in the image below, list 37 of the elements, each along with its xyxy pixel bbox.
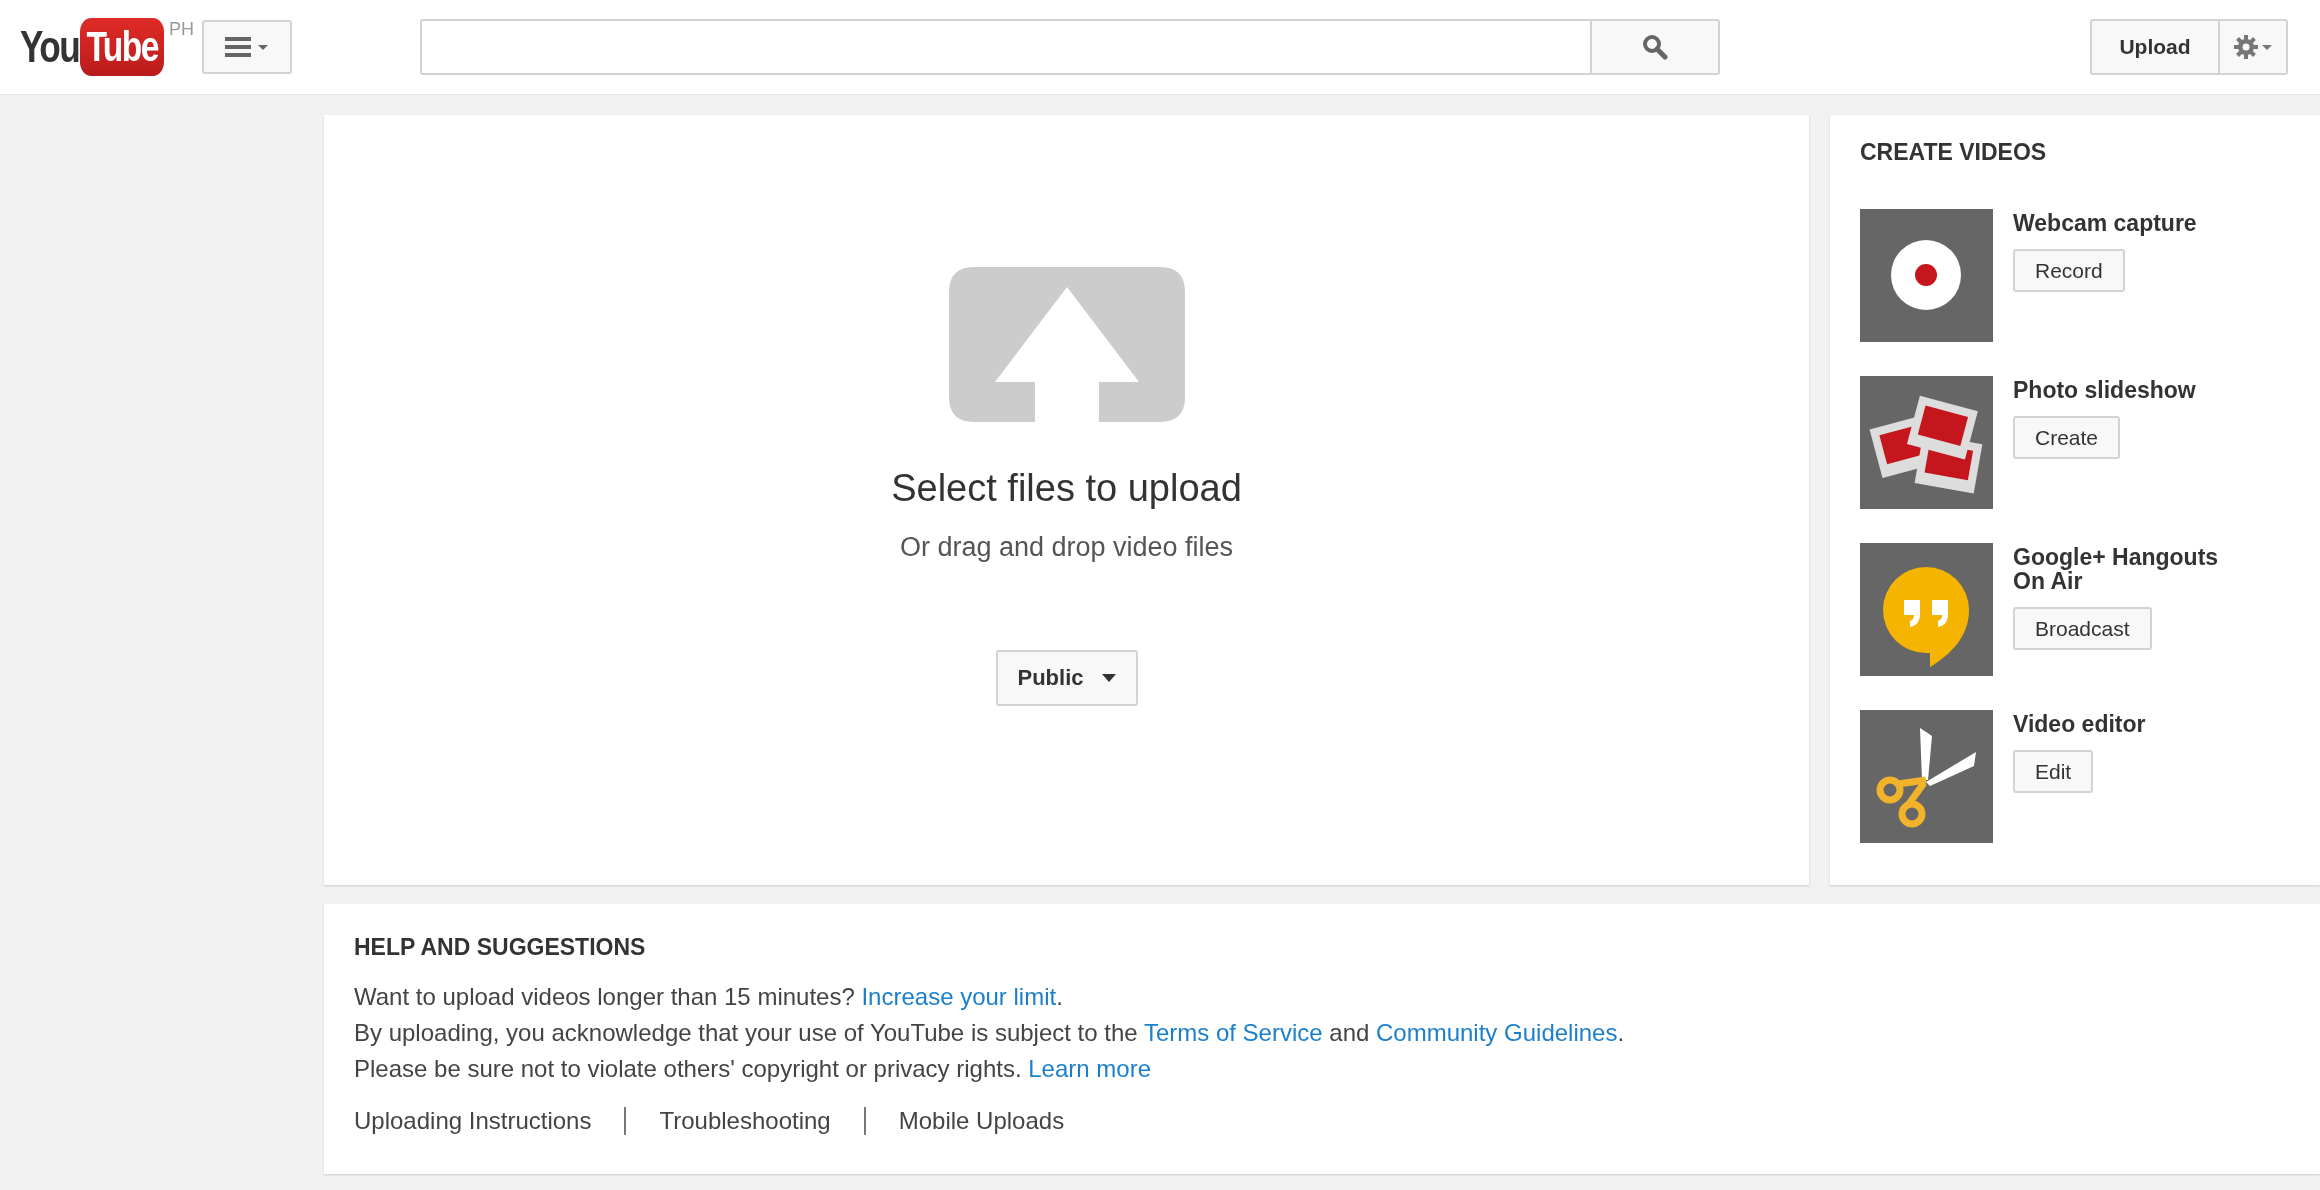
tool-button[interactable]: Broadcast	[2013, 606, 2152, 651]
tool-button[interactable]: Create	[2013, 415, 2121, 460]
search-field[interactable]	[420, 19, 1591, 75]
tool-title: Video editor	[2013, 711, 2146, 736]
record-icon	[1860, 208, 1993, 342]
help-link[interactable]: Increase your limit	[861, 982, 1057, 1010]
tool-title: Photo slideshow	[2013, 377, 2196, 402]
upload-button[interactable]: Upload	[2090, 19, 2220, 75]
region-label: PH	[169, 20, 195, 38]
footer-link[interactable]: Mobile Uploads	[898, 1102, 1065, 1139]
photos-icon	[1860, 375, 1993, 509]
help-text: Want to upload videos longer than 15 minutes? Increase your limit.	[354, 981, 1064, 1012]
footer-link[interactable]: Uploading Instructions	[354, 1102, 592, 1139]
scissors-icon	[1860, 709, 1993, 843]
footer-link[interactable]: Troubleshooting	[659, 1102, 831, 1139]
tool-button[interactable]: Edit	[2013, 749, 2094, 794]
help-text: Please be sure not to violate others' copyright or privacy rights. Learn more	[354, 1053, 1152, 1084]
privacy-dropdown[interactable]: Public	[995, 649, 1138, 706]
help-link[interactable]: Terms of Service	[1143, 1018, 1323, 1046]
upload-title: Select files to upload	[891, 466, 1242, 511]
help-text: By uploading, you acknowledge that your use of YouTube is subject to the Terms of Service and Community Guidelines.	[354, 1017, 1626, 1048]
settings-icon	[2233, 34, 2273, 60]
record-button[interactable]: Record	[2013, 248, 2125, 293]
upload-subtitle: Or drag and drop video files	[899, 531, 1234, 564]
settings-button[interactable]	[2220, 19, 2288, 75]
caret-icon	[1101, 673, 1116, 682]
search-button[interactable]	[1590, 19, 1721, 75]
section-heading: HELP AND SUGGESTIONS	[354, 933, 647, 962]
tool-title: Webcam capture	[2013, 210, 2197, 235]
section-heading: CREATE VIDEOS	[1860, 139, 2048, 167]
help-link[interactable]: Learn more	[1028, 1054, 1151, 1082]
speech-bubble-icon	[1860, 542, 1993, 676]
menu-button[interactable]	[202, 20, 293, 74]
help-link[interactable]: Community Guidelines	[1376, 1018, 1618, 1046]
menu-icon	[225, 37, 270, 57]
tool-title: Google+ Hangouts On Air	[2013, 544, 2220, 593]
search-icon	[1642, 34, 1669, 60]
